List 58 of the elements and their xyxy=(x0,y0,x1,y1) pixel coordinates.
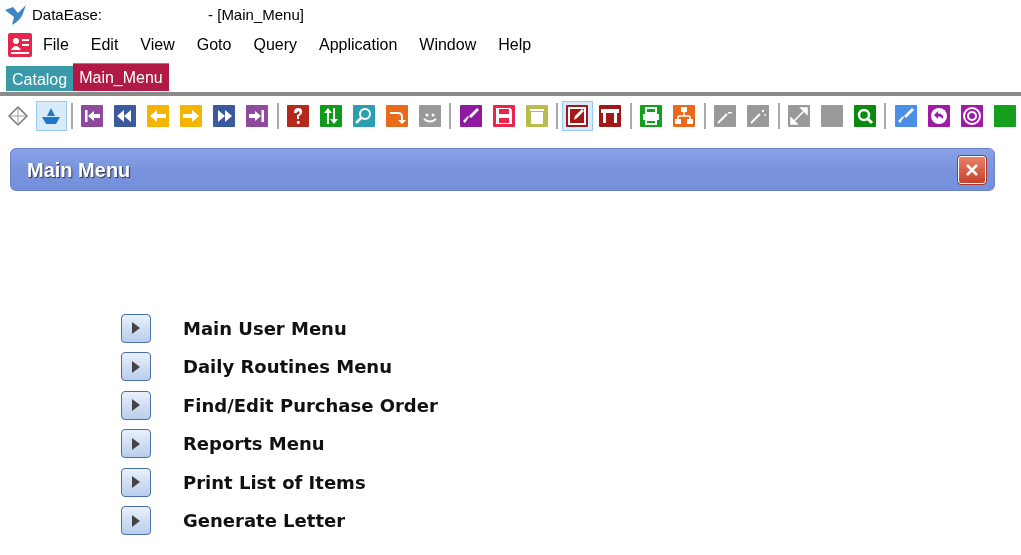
tree-icon xyxy=(672,104,697,128)
menu-item-label: Daily Routines Menu xyxy=(183,355,392,380)
play-icon xyxy=(132,476,140,489)
close-button[interactable] xyxy=(958,155,986,184)
menu-item-label: Find/Edit Purchase Order xyxy=(183,393,438,418)
target-icon xyxy=(959,104,984,128)
table-icon xyxy=(598,104,623,128)
menu-item-button[interactable] xyxy=(121,390,151,420)
menu-item[interactable]: Window xyxy=(408,33,488,57)
sparkle-wand-icon xyxy=(746,104,771,128)
toolbar-button[interactable] xyxy=(35,101,67,131)
play-icon xyxy=(132,399,140,412)
play-icon xyxy=(132,514,140,527)
bird-icon xyxy=(4,4,28,26)
menu-item-button[interactable] xyxy=(121,467,151,497)
tab[interactable]: Main_Menu xyxy=(73,63,169,91)
up-down-arrows-icon xyxy=(318,104,343,128)
window-title: - [Main_Menu] xyxy=(208,4,304,25)
toolbar-button[interactable] xyxy=(562,101,593,131)
menu-item[interactable]: Goto xyxy=(185,33,243,57)
app-icon[interactable] xyxy=(8,33,32,57)
menu-item-button[interactable] xyxy=(121,313,151,343)
play-icon xyxy=(132,437,140,450)
menu-item-button[interactable] xyxy=(121,506,151,536)
wand-icon xyxy=(713,104,738,128)
play-icon xyxy=(132,322,140,335)
diamond-icon xyxy=(6,104,31,128)
undo-icon xyxy=(926,104,951,128)
menu-item[interactable]: View xyxy=(129,33,186,57)
menu-item-label: Print List of Items xyxy=(183,470,366,495)
menu-item[interactable]: Application xyxy=(308,33,409,57)
expand-icon xyxy=(787,104,811,128)
brush-icon xyxy=(458,104,483,128)
menu-item-button[interactable] xyxy=(121,352,151,382)
panel-title: Main Menu xyxy=(27,157,131,183)
search-icon xyxy=(351,104,376,128)
printer-icon xyxy=(639,104,664,128)
menu-item-label: Generate Letter xyxy=(183,509,346,534)
menu-item[interactable]: File xyxy=(32,33,80,57)
square-icon xyxy=(992,104,1017,128)
last-record-icon xyxy=(245,104,270,128)
menu-item[interactable]: Query xyxy=(242,33,308,57)
question-icon xyxy=(285,104,310,128)
menu-item[interactable]: Edit xyxy=(79,33,130,57)
close-icon xyxy=(964,161,980,178)
menu-item-button[interactable] xyxy=(121,429,151,459)
first-record-icon xyxy=(80,104,105,128)
square-icon xyxy=(819,104,844,128)
face-icon xyxy=(417,104,442,128)
edit-icon xyxy=(565,104,590,128)
play-icon xyxy=(132,360,140,373)
save-icon xyxy=(491,104,516,128)
zoom-icon xyxy=(852,104,877,128)
menu-item-label: Reports Menu xyxy=(183,432,325,457)
brush-icon xyxy=(893,104,918,128)
menu-item[interactable]: Help xyxy=(487,33,543,57)
menu-item-label: Main User Menu xyxy=(183,316,347,341)
window-title: DataEase: xyxy=(32,4,103,25)
